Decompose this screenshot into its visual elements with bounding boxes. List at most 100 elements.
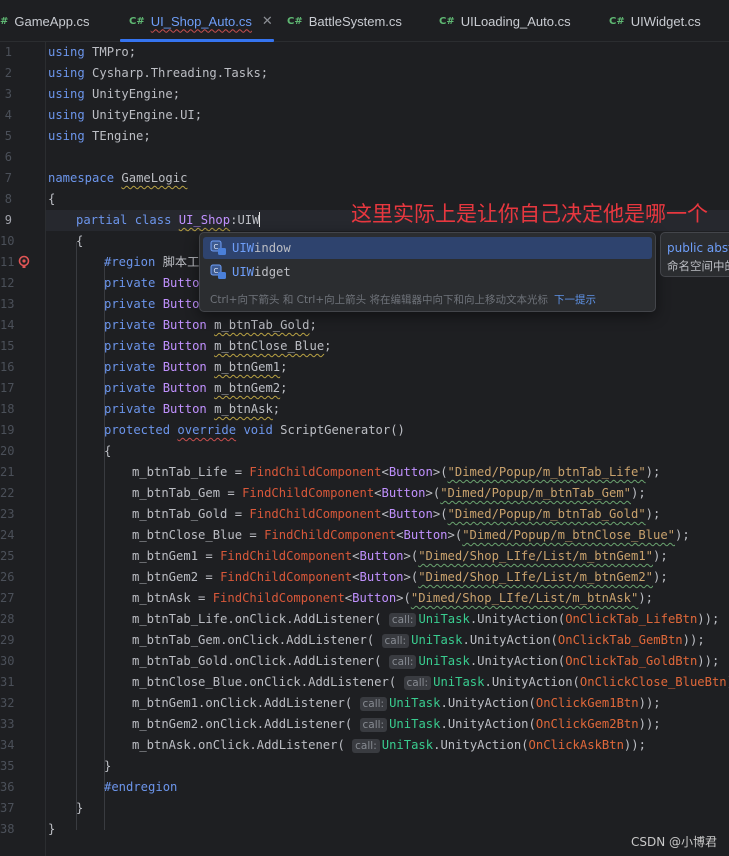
completion-item-uiwindow[interactable]: C UIW indow [203, 237, 652, 259]
parameter-hint: call: [381, 634, 410, 648]
line-number: 34 [0, 738, 15, 752]
line-number: 24 [0, 528, 15, 542]
documentation-popup: public abst 命名空间中的 [660, 232, 729, 277]
line-number: 19 [0, 423, 15, 437]
completion-footer: Ctrl+向下箭头 和 Ctrl+向上箭头 将在编辑器中向下和向上移动文本光标下… [210, 294, 596, 306]
class-icon: C [210, 240, 226, 255]
breakpoint-bulb-icon[interactable] [17, 255, 31, 269]
red-annotation-text: 这里实际上是让你自己决定他是哪一个 [351, 202, 708, 226]
code-line: { [48, 192, 56, 206]
line-number: 15 [0, 339, 15, 353]
line-number: 11 [0, 255, 15, 269]
code-line: { [104, 444, 112, 458]
doc-description: 命名空间中的 [667, 259, 729, 273]
line-number: 16 [0, 360, 15, 374]
line-number: 27 [0, 591, 15, 605]
parameter-hint: call: [359, 697, 388, 711]
tab-uiloading-auto[interactable]: C# UILoading_Auto.cs [439, 0, 571, 42]
code-line: m_btnTab_Gold = FindChildComponent<Butto… [132, 507, 661, 521]
code-line: } [104, 759, 112, 773]
tab-battlesystem[interactable]: C# BattleSystem.cs [287, 0, 402, 42]
code-line: private Button m_btnAsk; [104, 402, 281, 416]
parameter-hint: call: [352, 739, 380, 753]
csdn-watermark: CSDN @小博君 [630, 835, 717, 849]
line-number: 3 [4, 87, 12, 101]
code-editor[interactable]: using TMPro; using Cysharp.Threading.Tas… [46, 42, 729, 856]
line-number: 10 [0, 234, 15, 248]
line-number: 4 [4, 108, 12, 122]
code-line: protected override void ScriptGenerator(… [104, 423, 405, 437]
code-line: using UnityEngine.UI; [48, 108, 203, 122]
code-line: using UnityEngine; [48, 87, 181, 101]
code-line: m_btnTab_Life.onClick.AddListener( call:… [132, 612, 720, 627]
code-line: using Cysharp.Threading.Tasks; [48, 66, 269, 80]
parameter-hint: call: [403, 676, 432, 690]
code-line: m_btnTab_Life = FindChildComponent<Butto… [132, 465, 661, 479]
tab-label: BattleSystem.cs [308, 13, 402, 29]
tab-label: UI_Shop_Auto.cs [150, 13, 252, 29]
code-line: #region 脚本工 [104, 255, 200, 269]
close-icon[interactable]: ✕ [262, 14, 273, 29]
line-number: 36 [0, 780, 15, 794]
indent-guide [76, 242, 77, 830]
line-number: 35 [0, 759, 15, 773]
code-line: private Button [104, 276, 207, 290]
line-number: 17 [0, 381, 15, 395]
tab-label: UIWidget.cs [630, 13, 701, 29]
code-line: m_btnTab_Gold.onClick.AddListener( call:… [132, 654, 720, 669]
code-line: m_btnAsk = FindChildComponent<Button>("D… [132, 591, 654, 605]
class-icon: C [210, 264, 226, 279]
svg-text:C: C [214, 243, 219, 251]
completion-item-uiwidget[interactable]: C UIW idget [203, 261, 652, 283]
csharp-file-icon: C# [129, 15, 145, 27]
code-line: } [76, 801, 84, 815]
line-number: 14 [0, 318, 15, 332]
code-line-current: partial class UI_Shop:UIW [76, 212, 261, 227]
text-caret [259, 212, 261, 227]
line-number: 9 [4, 213, 12, 227]
line-number: 12 [0, 276, 15, 290]
code-line: m_btnGem2 = FindChildComponent<Button>("… [132, 570, 668, 584]
tab-label: GameApp.cs [14, 13, 90, 29]
code-line: m_btnGem2.onClick.AddListener( call: UniT… [132, 717, 661, 732]
code-line: #endregion [104, 780, 178, 794]
editor-tab-bar: # GameApp.cs C# UI_Shop_Auto.cs ✕ C# Bat… [0, 0, 729, 42]
code-line: { [76, 234, 84, 248]
line-number: 30 [0, 654, 15, 668]
code-line: } [48, 822, 56, 836]
line-number: 6 [4, 150, 12, 164]
svg-text:C: C [214, 267, 219, 275]
tab-gameapp[interactable]: # GameApp.cs [0, 0, 90, 42]
line-number: 33 [0, 717, 15, 731]
code-line: private Button m_btnGem2; [104, 381, 288, 395]
code-line: m_btnTab_Gem.onClick.AddListener( call: U… [132, 633, 705, 648]
code-line: m_btnGem1.onClick.AddListener( call: UniT… [132, 696, 661, 711]
code-line: m_btnClose_Blue = FindChildComponent<But… [132, 528, 690, 542]
line-number-gutter[interactable]: 1 2 3 4 5 6 7 8 9 10 11 12 13 14 15 16 17 18 19 20 21 22 23 24 2… [0, 42, 46, 856]
line-number: 2 [4, 66, 12, 80]
code-line: m_btnClose_Blue.onClick.AddListener( cal… [132, 675, 729, 690]
code-line: namespace GameLogic [48, 171, 188, 185]
line-number: 1 [4, 45, 12, 59]
code-line: private Button [104, 297, 207, 311]
code-line: using TEngine; [48, 129, 151, 143]
code-line: private Button m_btnClose_Blue; [104, 339, 332, 353]
line-number: 28 [0, 612, 15, 626]
line-number: 25 [0, 549, 15, 563]
csharp-file-icon: # [0, 15, 9, 27]
tab-uiwidget[interactable]: C# UIWidget.cs [609, 0, 701, 42]
parameter-hint: call: [388, 655, 417, 669]
csharp-file-icon: C# [287, 15, 303, 27]
line-number: 23 [0, 507, 15, 521]
line-number: 5 [4, 129, 12, 143]
line-number: 37 [0, 801, 15, 815]
next-tip-link[interactable]: 下一提示 [554, 294, 596, 306]
line-number: 7 [4, 171, 12, 185]
line-number: 20 [0, 444, 15, 458]
code-line: private Button m_btnTab_Gold; [104, 318, 317, 332]
tab-ui-shop-auto[interactable]: C# UI_Shop_Auto.cs ✕ [129, 0, 273, 42]
line-number: 38 [0, 822, 15, 836]
line-number: 26 [0, 570, 15, 584]
line-number: 13 [0, 297, 15, 311]
code-line: using TMPro; [48, 45, 137, 59]
